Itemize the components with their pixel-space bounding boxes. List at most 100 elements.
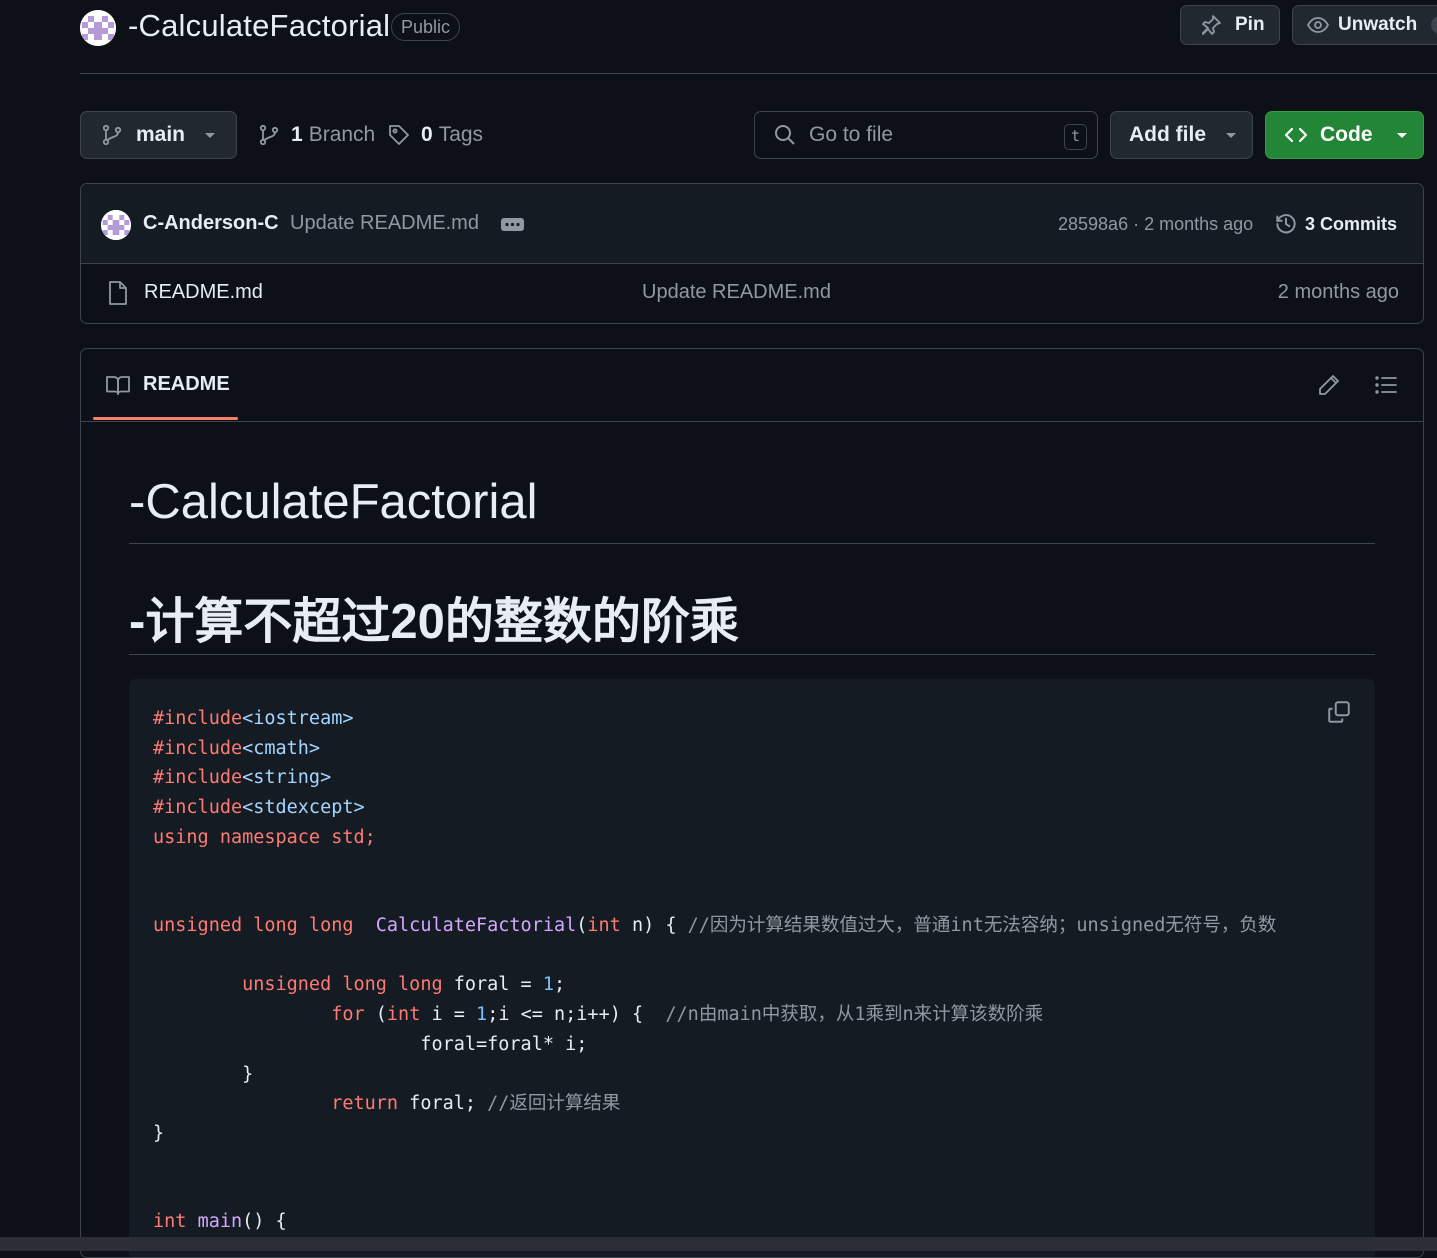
chevron-down-icon: [203, 130, 217, 140]
tag-icon: [387, 123, 411, 147]
search-shortcut-key: t: [1064, 124, 1087, 150]
file-icon: [106, 280, 130, 306]
code-line: }: [153, 1061, 253, 1089]
pin-button[interactable]: Pin: [1180, 5, 1280, 45]
code-token: (: [364, 1004, 387, 1025]
edit-pencil-icon[interactable]: [1317, 373, 1341, 397]
code-line: #include<iostream>: [153, 705, 354, 733]
code-token: #include: [153, 738, 243, 759]
pin-icon: [1199, 13, 1223, 37]
file-name-link[interactable]: README.md: [144, 281, 263, 304]
code-token: ;: [553, 974, 566, 995]
git-branch-icon: [100, 123, 124, 147]
latest-commit-bar: C-Anderson-C Update README.md 28598a6 · …: [81, 184, 1423, 264]
visibility-badge: Public: [391, 13, 461, 41]
code-line: #include<stdexcept>: [153, 794, 365, 822]
code-token: int: [153, 1211, 187, 1232]
code-token: n) {: [620, 915, 688, 936]
code-token: #include: [153, 767, 243, 788]
code-token: unsigned long long: [242, 974, 443, 995]
unwatch-button[interactable]: Unwatch 1: [1292, 5, 1437, 45]
code-line: return foral; //返回计算结果: [153, 1090, 620, 1118]
code-label: Code: [1320, 123, 1373, 146]
branch-label: Branch: [308, 123, 376, 146]
commit-count: 3: [1305, 213, 1316, 234]
readme-tab-label: README: [143, 373, 230, 395]
code-token: <stdexcept>: [242, 797, 365, 818]
go-to-file-input[interactable]: Go to file t: [754, 111, 1098, 159]
eye-icon: [1306, 13, 1330, 37]
tab-readme[interactable]: README: [105, 373, 230, 396]
branch-count: 1: [291, 123, 303, 146]
code-line: unsigned long long foral = 1;: [153, 971, 565, 999]
commit-count-label: Commits: [1320, 213, 1398, 234]
copy-icon[interactable]: [1326, 699, 1352, 725]
commit-hash-time[interactable]: 28598a6 · 2 months ago: [1058, 214, 1253, 235]
branches-link[interactable]: 1 Branch: [257, 123, 375, 147]
chevron-down-icon: [1224, 130, 1238, 140]
code-token: <iostream>: [242, 708, 354, 729]
file-updated-time: 2 months ago: [1277, 281, 1399, 303]
commit-author-avatar[interactable]: [101, 210, 131, 240]
commit-ellipsis-button[interactable]: [501, 218, 524, 231]
code-line: for (int i = 1;i <= n;i++) { //n由main中获取…: [153, 1001, 1043, 1029]
code-line: }: [153, 1120, 164, 1148]
commits-link[interactable]: 3 Commits: [1273, 211, 1397, 237]
code-content: #include<iostream> #include<cmath> #includ…: [153, 705, 1283, 1257]
commit-message[interactable]: Update README.md: [290, 212, 479, 235]
code-token: foral =: [442, 974, 543, 995]
code-line: #include<cmath>: [153, 735, 320, 763]
code-token: return: [331, 1093, 399, 1114]
code-icon: [1284, 123, 1308, 147]
tag-label: Tags: [438, 123, 484, 146]
code-token: for: [331, 1004, 365, 1025]
code-line: using namespace std;: [153, 824, 376, 852]
code-line: foral=foral* i;: [153, 1031, 587, 1059]
code-token: <string>: [242, 767, 332, 788]
active-tab-indicator: [93, 417, 238, 420]
code-line: unsigned long long CalculateFactorial(in…: [153, 912, 1276, 940]
code-token: i =: [420, 1004, 477, 1025]
code-token: () {: [242, 1211, 287, 1232]
commit-author[interactable]: C-Anderson-C: [143, 212, 279, 235]
history-icon: [1273, 211, 1299, 237]
file-commit-message[interactable]: Update README.md: [642, 281, 831, 304]
code-token: }: [153, 1064, 254, 1085]
repo-name-link[interactable]: -CalculateFactorial: [128, 8, 390, 44]
code-token: <cmath>: [242, 738, 321, 759]
horizontal-scrollbar[interactable]: [0, 1237, 1437, 1251]
pin-label: Pin: [1235, 14, 1265, 35]
code-token: }: [153, 1123, 165, 1144]
outline-list-icon[interactable]: [1374, 373, 1398, 397]
code-token: foral;: [398, 1093, 488, 1114]
code-line: int main() {: [153, 1208, 287, 1236]
file-row: README.md Update README.md 2 months ago: [81, 263, 1423, 323]
chevron-down-icon: [1395, 130, 1409, 140]
code-token: #include: [153, 708, 243, 729]
branch-select-button[interactable]: main: [80, 111, 237, 159]
title-rule: [129, 543, 1375, 544]
add-file-label: Add file: [1129, 123, 1206, 146]
add-file-button[interactable]: Add file: [1110, 111, 1253, 159]
search-placeholder: Go to file: [809, 123, 894, 146]
code-block: #include<iostream> #include<cmath> #includ…: [129, 679, 1375, 1257]
readme-subtitle: -计算不超过20的整数的阶乘: [129, 595, 739, 649]
branch-name: main: [136, 123, 186, 146]
readme-header: README: [81, 349, 1423, 422]
code-token: //因为计算结果数值过大，普通int无法容纳；unsigned无符号，负数: [687, 915, 1277, 936]
repo-owner-avatar[interactable]: [80, 10, 116, 46]
watch-count: 1: [1431, 16, 1437, 34]
header-divider: [80, 73, 1437, 74]
tags-link[interactable]: 0 Tags: [387, 123, 483, 147]
readme-panel: README -CalculateFactorial -计算不超过20的整数的阶…: [80, 348, 1424, 1258]
code-button[interactable]: Code: [1265, 111, 1424, 159]
code-token: (: [576, 915, 588, 936]
unwatch-label: Unwatch: [1338, 14, 1418, 35]
file-list: C-Anderson-C Update README.md 28598a6 · …: [80, 183, 1424, 324]
code-token: //返回计算结果: [487, 1093, 621, 1114]
tag-count: 0: [421, 123, 433, 146]
